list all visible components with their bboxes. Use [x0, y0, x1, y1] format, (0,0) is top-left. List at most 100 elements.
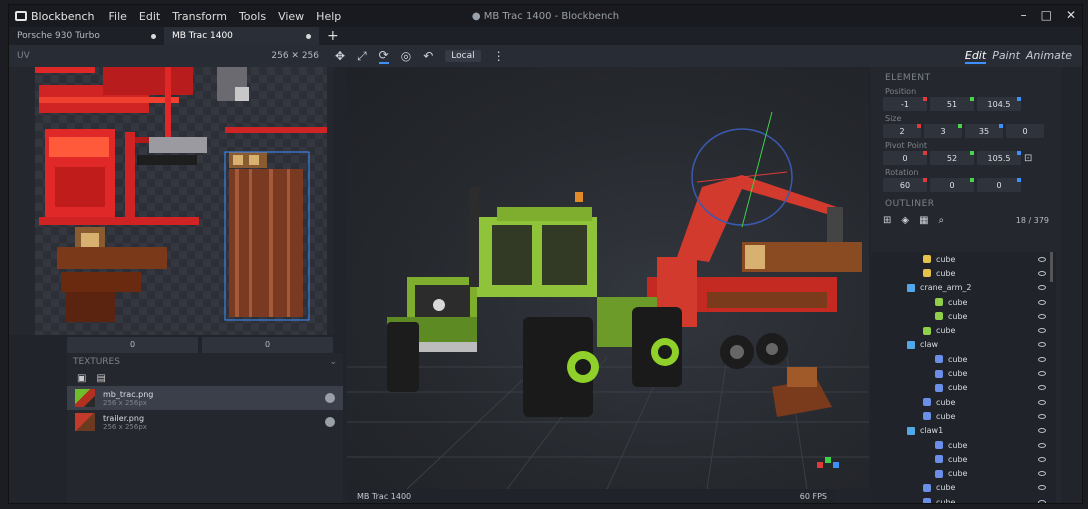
add-mesh-icon[interactable]: ◈	[901, 215, 909, 226]
outliner-cube[interactable]: cube	[871, 295, 1056, 309]
visibility-eye-icon[interactable]	[1038, 299, 1046, 305]
uv-footer: 0 0	[67, 337, 333, 353]
3d-viewport[interactable]	[347, 67, 869, 489]
visibility-eye-icon[interactable]	[1038, 413, 1046, 419]
new-tab-button[interactable]: +	[319, 28, 347, 44]
outliner-cube[interactable]: cube	[871, 366, 1056, 380]
outliner-cube[interactable]: cube	[871, 252, 1056, 266]
outliner-cube[interactable]: cube	[871, 352, 1056, 366]
visibility-eye-icon[interactable]	[1038, 328, 1046, 334]
visibility-eye-icon[interactable]	[1038, 442, 1046, 448]
tab-porsche[interactable]: Porsche 930 Turbo	[9, 27, 164, 45]
visibility-eye-icon[interactable]	[1038, 270, 1046, 276]
uv-offset-v[interactable]: 0	[202, 337, 333, 353]
pivot-z-input[interactable]: 105.5	[977, 151, 1021, 165]
outliner-cube[interactable]: cube	[871, 409, 1056, 423]
visibility-eye-icon[interactable]	[1038, 399, 1046, 405]
visibility-eye-icon[interactable]	[1038, 356, 1046, 362]
outliner-cube[interactable]: cube	[871, 438, 1056, 452]
rotation-x-input[interactable]: 60	[883, 178, 927, 192]
outliner-title: OUTLINER	[885, 199, 935, 209]
outliner-cube[interactable]: cube	[871, 395, 1056, 409]
app-logo: Blockbench	[9, 10, 103, 23]
menu-view[interactable]: View	[272, 10, 310, 23]
menu-help[interactable]: Help	[310, 10, 347, 23]
texture-thumbnail	[75, 413, 95, 431]
outliner-node-label: crane_arm_2	[920, 283, 972, 293]
uv-canvas[interactable]	[35, 67, 327, 335]
texture-item[interactable]: trailer.png 256 x 256px	[67, 410, 343, 434]
resize-tool-icon[interactable]: ⤢	[357, 49, 367, 64]
uv-editor-panel	[9, 67, 334, 335]
outliner-group[interactable]: claw1	[871, 424, 1056, 438]
size-x-input[interactable]: 2	[883, 124, 921, 138]
outliner-cube[interactable]: cube	[871, 495, 1056, 503]
menu-transform[interactable]: Transform	[166, 10, 233, 23]
pivot-y-input[interactable]: 52	[930, 151, 974, 165]
outliner-scrollbar[interactable]	[1050, 252, 1053, 282]
viewport-model-name: MB Trac 1400	[357, 491, 412, 501]
visibility-eye-icon[interactable]	[1038, 385, 1046, 391]
outliner-node-label: cube	[948, 383, 968, 393]
position-x-input[interactable]: -1	[883, 97, 927, 111]
add-cube-icon[interactable]: ⊞	[883, 215, 891, 226]
outliner-group[interactable]: claw	[871, 338, 1056, 352]
outliner-cube[interactable]: cube	[871, 323, 1056, 337]
outliner-group[interactable]: crane_arm_2	[871, 281, 1056, 295]
outliner-cube[interactable]: cube	[871, 452, 1056, 466]
uv-size-selector[interactable]: 256 ✕ 256	[271, 51, 319, 61]
visibility-eye-icon[interactable]	[1038, 456, 1046, 462]
more-options-icon[interactable]: ⋮	[493, 49, 505, 63]
menu-file[interactable]: File	[103, 10, 133, 23]
outliner-cube[interactable]: cube	[871, 266, 1056, 280]
mode-paint[interactable]: Paint	[992, 49, 1020, 64]
visibility-eye-icon[interactable]	[1038, 428, 1046, 434]
visibility-eye-icon[interactable]	[1038, 485, 1046, 491]
minimize-button[interactable]: –	[1021, 8, 1027, 22]
visibility-eye-icon[interactable]	[1038, 313, 1046, 319]
visibility-eye-icon[interactable]	[1038, 371, 1046, 377]
position-y-input[interactable]: 51	[930, 97, 974, 111]
search-icon[interactable]: ⌕	[939, 215, 945, 226]
size-y-input[interactable]: 3	[924, 124, 962, 138]
move-tool-icon[interactable]: ✥	[335, 49, 345, 63]
rotation-z-input[interactable]: 0	[977, 178, 1021, 192]
mode-animate[interactable]: Animate	[1026, 49, 1072, 64]
texture-item[interactable]: mb_trac.png 256 x 256px	[67, 386, 343, 410]
import-texture-icon[interactable]: ▣	[77, 373, 86, 384]
visibility-eye-icon[interactable]	[1038, 285, 1046, 291]
outliner-tree[interactable]: cube cube crane_arm_2 cube cube cube claw cube c…	[871, 252, 1056, 503]
visibility-eye-icon[interactable]	[1038, 471, 1046, 477]
collapse-icon[interactable]: ⌄	[329, 357, 337, 367]
cube-icon	[935, 441, 943, 449]
vertex-snap-icon[interactable]: ↶	[423, 49, 433, 63]
create-texture-icon[interactable]: ▤	[96, 373, 105, 384]
menu-edit[interactable]: Edit	[133, 10, 166, 23]
inflate-input[interactable]: 0	[1006, 124, 1044, 138]
maximize-button[interactable]: □	[1041, 8, 1052, 22]
position-z-input[interactable]: 104.5	[977, 97, 1021, 111]
visibility-eye-icon[interactable]	[1038, 342, 1046, 348]
folder-icon	[907, 340, 915, 349]
size-z-input[interactable]: 35	[965, 124, 1003, 138]
menu-tools[interactable]: Tools	[233, 10, 272, 23]
add-group-icon[interactable]: ▦	[919, 215, 928, 226]
visibility-eye-icon[interactable]	[1038, 256, 1046, 262]
cube-icon	[923, 398, 931, 407]
mode-edit[interactable]: Edit	[964, 49, 987, 64]
close-button[interactable]: ✕	[1066, 8, 1076, 22]
transform-space-select[interactable]: Local	[445, 50, 481, 62]
outliner-cube[interactable]: cube	[871, 481, 1056, 495]
tab-mb-trac[interactable]: MB Trac 1400	[164, 27, 319, 45]
outliner-cube[interactable]: cube	[871, 381, 1056, 395]
pivot-x-input[interactable]: 0	[883, 151, 927, 165]
rotation-y-input[interactable]: 0	[930, 178, 974, 192]
uv-offset-u[interactable]: 0	[67, 337, 198, 353]
tab-label: MB Trac 1400	[172, 31, 233, 41]
pivot-tool-icon[interactable]: ◎	[401, 49, 411, 63]
outliner-cube[interactable]: cube	[871, 466, 1056, 480]
outliner-cube[interactable]: cube	[871, 309, 1056, 323]
center-pivot-icon[interactable]: ⊡	[1024, 153, 1032, 164]
visibility-eye-icon[interactable]	[1038, 499, 1046, 503]
rotate-tool-icon[interactable]: ⟳	[378, 48, 389, 64]
